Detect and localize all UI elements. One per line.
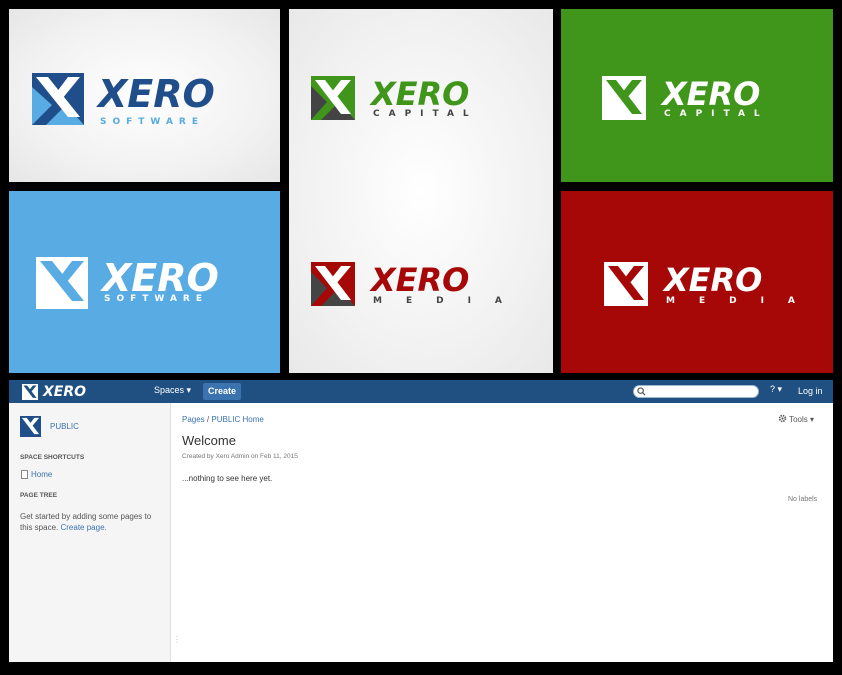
create-page-link[interactable]: Create page. bbox=[60, 523, 106, 532]
logo-panel-tall-light: XERO CAPITAL XERO MEDIA bbox=[289, 9, 553, 373]
home-link[interactable]: Home bbox=[31, 470, 52, 479]
logo-sub: CAPITAL bbox=[373, 109, 478, 119]
page-metadata: Created by Xero Admin on Feb 11, 2015 bbox=[182, 453, 298, 460]
tools-label: Tools ▾ bbox=[789, 415, 814, 424]
page-tree-heading: PAGE TREE bbox=[20, 492, 58, 499]
page-title: Welcome bbox=[182, 433, 236, 448]
gear-icon bbox=[778, 414, 787, 423]
page-tree-empty-text: Get started by adding some pages to this… bbox=[20, 511, 165, 533]
logo-panel-capital-green: XERO CAPITAL bbox=[561, 9, 833, 182]
space-sidebar: PUBLIC SPACE SHORTCUTS Home PAGE TREE Ge… bbox=[9, 403, 181, 662]
search-input[interactable] bbox=[633, 385, 759, 398]
create-button[interactable]: Create bbox=[203, 383, 241, 400]
space-logo-icon[interactable] bbox=[20, 416, 41, 437]
logo-word: XERO bbox=[102, 256, 219, 300]
x-mark-icon bbox=[22, 384, 38, 400]
login-link[interactable]: Log in bbox=[798, 386, 823, 396]
logo-sub: CAPITAL bbox=[664, 109, 769, 119]
page-icon bbox=[21, 470, 28, 479]
logo-word: XERO bbox=[371, 75, 470, 113]
tools-menu[interactable]: Tools ▾ bbox=[778, 414, 814, 424]
breadcrumb-separator: / bbox=[206, 415, 210, 424]
page-content: Pages / PUBLIC Home Tools ▾ Welcome Crea… bbox=[172, 403, 833, 662]
page-body: ...nothing to see here yet. bbox=[182, 474, 273, 483]
logo-word: XERO bbox=[662, 75, 761, 113]
search-icon bbox=[637, 387, 646, 396]
x-mark-icon bbox=[604, 262, 648, 306]
logo-panel-media-red: XERO MEDIA bbox=[561, 191, 833, 373]
breadcrumb-pages[interactable]: Pages bbox=[182, 415, 205, 424]
x-mark-icon bbox=[36, 257, 88, 309]
logo-sub: SOFTWARE bbox=[100, 117, 204, 127]
logo-sub: MEDIA bbox=[666, 296, 819, 306]
brand-name: XERO bbox=[43, 384, 87, 400]
x-mark-icon bbox=[602, 76, 646, 120]
logo-word: XERO bbox=[98, 72, 215, 116]
x-mark-icon bbox=[311, 262, 355, 306]
breadcrumb: Pages / PUBLIC Home bbox=[182, 415, 264, 424]
logo-sub: SOFTWARE bbox=[104, 294, 208, 304]
spaces-menu[interactable]: Spaces ▾ bbox=[154, 385, 191, 396]
logo-panel-software-blue: XERO SOFTWARE bbox=[9, 191, 280, 373]
space-shortcuts-heading: SPACE SHORTCUTS bbox=[20, 454, 85, 461]
top-navigation-bar: XERO Spaces ▾ Create ? ▾ Log in bbox=[9, 380, 833, 403]
logo-word: XERO bbox=[664, 261, 763, 299]
breadcrumb-public-home[interactable]: PUBLIC Home bbox=[211, 415, 263, 424]
labels-status: No labels bbox=[788, 496, 818, 503]
logo-sub: MEDIA bbox=[373, 296, 526, 306]
x-mark-icon bbox=[32, 73, 84, 125]
wiki-app: XERO Spaces ▾ Create ? ▾ Log in PUBLIC S… bbox=[9, 380, 833, 662]
help-menu[interactable]: ? ▾ bbox=[770, 384, 782, 395]
x-mark-icon bbox=[311, 76, 355, 120]
logo-word: XERO bbox=[371, 261, 470, 299]
logo-panel-software-light: XERO SOFTWARE bbox=[9, 9, 280, 182]
space-name-link[interactable]: PUBLIC bbox=[50, 422, 79, 431]
